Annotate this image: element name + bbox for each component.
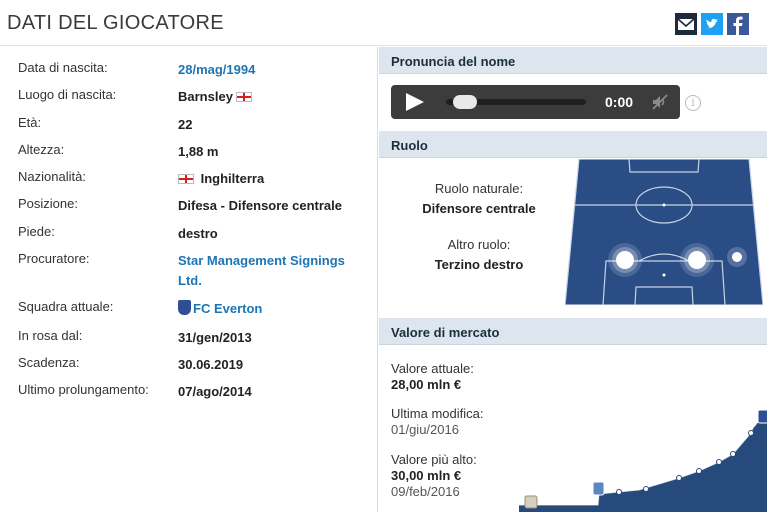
current-value-label: Valore attuale:	[391, 361, 474, 376]
player-details-panel: Data di nascita: 28/mag/1994 Luogo di na…	[0, 47, 378, 512]
everton-crest-marker-icon	[757, 409, 767, 424]
contract-expiry-value: 30.06.2019	[178, 357, 244, 372]
height-value: 1,88 m	[178, 144, 219, 159]
detail-label: Nazionalità:	[18, 169, 86, 184]
joined-value: 31/gen/2013	[178, 330, 252, 345]
nationality-value: Inghilterra	[200, 171, 265, 186]
england-flag-icon	[178, 174, 194, 184]
england-flag-icon	[235, 92, 252, 102]
highest-value-date: 09/feb/2016	[391, 484, 460, 499]
position-marker-centre-back	[608, 243, 642, 277]
info-icon[interactable]: i	[685, 95, 701, 111]
play-icon[interactable]	[406, 93, 424, 111]
other-role-label: Altro ruolo:	[447, 237, 511, 252]
detail-label: Luogo di nascita:	[18, 87, 117, 102]
club-name[interactable]: FC Everton	[193, 301, 262, 316]
highest-value-block: Valore più alto: 30,00 mln € 09/feb/2016	[391, 452, 477, 500]
detail-label: In rosa dal:	[18, 328, 83, 343]
detail-label: Posizione:	[18, 196, 78, 211]
market-value-heading: Valore di mercato	[379, 318, 767, 345]
birth-date-link[interactable]: 28/mag/1994	[178, 60, 368, 80]
age-value: 22	[178, 117, 193, 132]
foot-value: destro	[178, 226, 218, 241]
mute-icon[interactable]	[651, 93, 669, 111]
detail-label: Età:	[18, 115, 42, 130]
detail-value: Inghilterra	[178, 169, 368, 189]
role-heading: Ruolo	[379, 131, 767, 158]
agent-link[interactable]: Star Management Signings Ltd.	[178, 251, 368, 291]
natural-role-value: Difensore centrale	[422, 201, 536, 216]
detail-label: Altezza:	[18, 142, 65, 157]
social-share-bar	[675, 13, 749, 35]
audio-player: 0:00	[391, 85, 680, 119]
detail-label: Scadenza:	[18, 355, 80, 370]
detail-label: Squadra attuale:	[18, 299, 114, 314]
natural-role-label: Ruolo naturale:	[434, 181, 524, 196]
detail-label: Data di nascita:	[18, 60, 108, 75]
market-value-chart	[519, 409, 767, 512]
club-transfer-marker-icon	[592, 481, 605, 496]
birth-place-value: Barnsley	[178, 89, 233, 104]
highest-value: 30,00 mln €	[391, 468, 462, 483]
other-role: Altro ruolo: Terzino destro	[379, 237, 579, 272]
current-value: 28,00 mln €	[391, 377, 462, 392]
position-marker-right-back	[727, 247, 747, 267]
last-modified-value: 01/giu/2016	[391, 422, 459, 437]
position-value: Difesa - Difensore centrale	[178, 198, 343, 213]
last-modified-block: Ultima modifica: 01/giu/2016	[391, 406, 483, 438]
facebook-icon[interactable]	[727, 13, 749, 35]
last-modified-label: Ultima modifica:	[391, 406, 484, 421]
club-link[interactable]: FC Everton	[178, 299, 368, 319]
other-role-value: Terzino destro	[434, 257, 524, 272]
detail-label: Procuratore:	[18, 251, 90, 266]
detail-label: Piede:	[18, 224, 55, 239]
natural-role: Ruolo naturale: Difensore centrale	[379, 181, 579, 216]
twitter-icon[interactable]	[701, 13, 723, 35]
everton-crest-icon	[178, 300, 191, 315]
detail-label: Ultimo prolungamento:	[18, 382, 149, 397]
previous-club-crest-icon	[524, 495, 538, 509]
last-extension-value: 07/ago/2014	[178, 384, 252, 399]
current-value-block: Valore attuale: 28,00 mln €	[391, 361, 474, 393]
highest-value-label: Valore più alto:	[391, 452, 477, 467]
detail-value: Barnsley	[178, 87, 368, 107]
email-icon[interactable]	[675, 13, 697, 35]
position-marker-centre-back-2	[680, 243, 714, 277]
page-title: DATI DEL GIOCATORE	[7, 12, 224, 34]
audio-progress-handle[interactable]	[453, 95, 477, 109]
pronunciation-heading: Pronuncia del nome	[379, 47, 767, 74]
position-pitch	[565, 159, 763, 305]
player-info-panel: Pronuncia del nome 0:00 i Ruolo Ruolo na…	[379, 47, 767, 512]
page-header: DATI DEL GIOCATORE	[0, 0, 767, 46]
audio-time: 0:00	[605, 94, 634, 110]
